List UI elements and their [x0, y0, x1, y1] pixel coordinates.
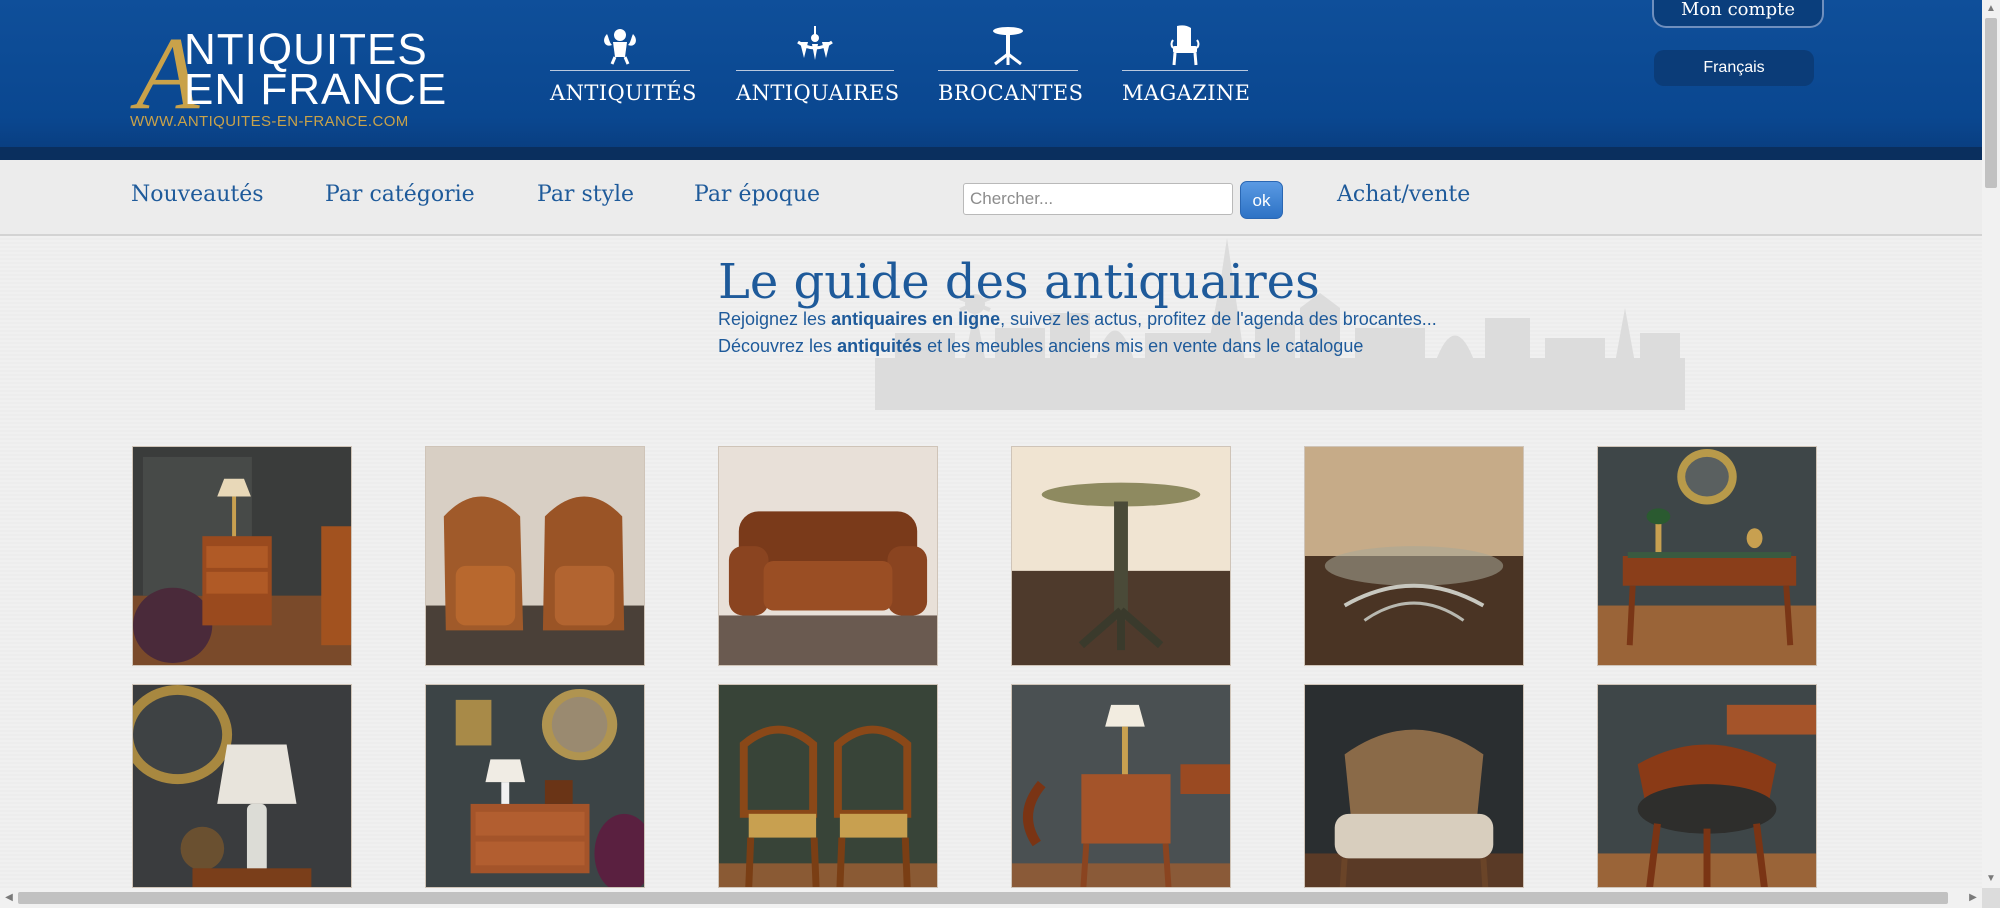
product-photo — [1598, 447, 1816, 665]
site-logo[interactable]: A NTIQUITES EN FRANCE WWW.ANTIQUITES-EN-… — [130, 22, 450, 132]
intro-text: et les meubles anciens mis en vente dans… — [922, 336, 1364, 356]
vertical-scrollbar[interactable]: ▲ ▼ — [1982, 0, 2000, 888]
gallery-item-globe-lamp[interactable] — [132, 684, 352, 888]
subnav-achat-vente[interactable]: Achat/vente — [1337, 182, 1470, 207]
nav-rule — [736, 70, 894, 71]
intro-text: , suivez les actus, profitez de l'agenda… — [1000, 309, 1437, 329]
nav-label: ANTIQUITÉS — [550, 81, 697, 105]
intro-link-antiquites[interactable]: antiquités — [837, 336, 922, 356]
gallery-item-leather-sofa[interactable] — [718, 446, 938, 666]
product-photo — [1598, 685, 1816, 887]
page-title: Le guide des antiquaires — [718, 254, 1320, 310]
gallery-item-upholstered-armchair[interactable] — [1304, 684, 1524, 888]
subnav-par-style[interactable]: Par style — [537, 182, 634, 207]
product-photo — [133, 685, 351, 887]
intro-text: Rejoignez les — [718, 309, 832, 329]
product-photo — [719, 447, 937, 665]
nav-label: BROCANTES — [938, 81, 1084, 105]
gallery-item-rush-chairs[interactable] — [718, 684, 938, 888]
intro-line-1: Rejoignez les antiquaires en ligne, suiv… — [718, 309, 1437, 330]
nav-label: MAGAZINE — [1122, 81, 1251, 105]
gallery-item-nightstand[interactable] — [132, 446, 352, 666]
horizontal-scrollbar[interactable]: ◀ ▶ — [0, 888, 1982, 908]
product-photo — [1305, 685, 1523, 887]
intro-link-antiquaires[interactable]: antiquaires en ligne — [831, 309, 1000, 329]
product-photo — [133, 447, 351, 665]
nav-rule — [938, 70, 1078, 71]
gallery-item-glass-table[interactable] — [1304, 446, 1524, 666]
logo-url: WWW.ANTIQUITES-EN-FRANCE.COM — [130, 113, 409, 130]
language-selector[interactable]: Français — [1654, 50, 1814, 86]
nav-magazine[interactable]: MAGAZINE — [1122, 24, 1251, 114]
nav-rule — [1122, 70, 1248, 71]
scroll-down-arrow-icon[interactable]: ▼ — [1982, 870, 2000, 888]
subnav-par-categorie[interactable]: Par catégorie — [325, 182, 475, 207]
horizontal-scroll-thumb[interactable] — [18, 892, 1948, 904]
nav-brocantes[interactable]: BROCANTES — [938, 24, 1084, 114]
product-photo — [1305, 447, 1523, 665]
chair-icon — [1170, 25, 1200, 66]
nav-antiquites[interactable]: ANTIQUITÉS — [550, 24, 697, 114]
product-photo — [719, 685, 937, 887]
nav-label: ANTIQUAIRES — [736, 81, 900, 105]
scroll-right-arrow-icon[interactable]: ▶ — [1964, 888, 1982, 908]
scrollbar-corner — [1982, 888, 2000, 908]
gallery-item-side-table[interactable] — [1011, 684, 1231, 888]
gallery-item-chest-of-drawers[interactable] — [425, 684, 645, 888]
scroll-up-arrow-icon[interactable]: ▲ — [1982, 0, 2000, 18]
cherub-icon — [604, 29, 636, 65]
intro-line-2: Découvrez les antiquités et les meubles … — [718, 336, 1363, 357]
header-divider — [0, 147, 1982, 160]
gallery-item-club-chairs[interactable] — [425, 446, 645, 666]
product-photo — [1012, 447, 1230, 665]
nav-rule — [550, 70, 690, 71]
subnav-par-epoque[interactable]: Par époque — [694, 182, 820, 207]
logo-line-2: EN FRANCE — [184, 65, 448, 114]
product-photo — [1012, 685, 1230, 887]
subnav-nouveautes[interactable]: Nouveautés — [131, 182, 264, 207]
nav-antiquaires[interactable]: ANTIQUAIRES — [736, 24, 900, 114]
search-input[interactable] — [963, 183, 1233, 215]
gallery-item-pedestal-table[interactable] — [1011, 446, 1231, 666]
gallery-item-office-armchair[interactable] — [1597, 684, 1817, 888]
scroll-left-arrow-icon[interactable]: ◀ — [0, 888, 18, 908]
account-button[interactable]: Mon compte — [1652, 0, 1824, 28]
chandelier-icon — [797, 26, 833, 60]
search-submit-button[interactable]: ok — [1240, 181, 1283, 219]
pedestal-table-icon — [993, 27, 1023, 66]
intro-text: Découvrez les — [718, 336, 838, 356]
product-photo — [426, 447, 644, 665]
vertical-scroll-thumb[interactable] — [1985, 18, 1997, 188]
gallery-item-writing-desk[interactable] — [1597, 446, 1817, 666]
product-photo — [426, 685, 644, 887]
